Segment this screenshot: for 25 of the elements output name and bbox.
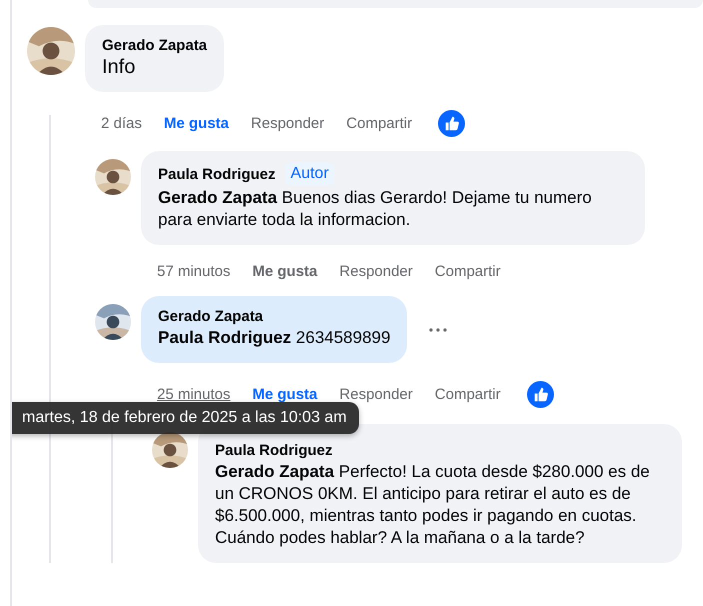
comment-text: Gerado Zapata Perfecto! La cuota desde $280.000 es de un CRONOS 0KM. El anticipo para retirar el auto es de $6.500.000, mientras tanto podes ir pagando en cuotas. Cuándo podes hablar? A la mañana o a la tarde? [215,461,651,549]
timestamp-link[interactable]: 57 minutos [157,263,230,280]
author-name[interactable]: Paula Rodriguez [215,442,333,459]
date-tooltip: martes, 18 de febrero de 2025 a las 10:03 am [12,402,359,434]
timestamp-link[interactable]: 25 minutos [157,386,230,403]
comment-text: Gerado Zapata Buenos dias Gerardo! Dejame tu numero para enviarte toda la informacion. [158,187,593,231]
share-link[interactable]: Compartir [434,386,501,403]
thumbs-up-icon[interactable] [438,110,466,137]
timestamp-link[interactable]: 2 días [101,115,142,132]
like-link[interactable]: Me gusta [252,263,318,280]
share-link[interactable]: Compartir [434,263,501,280]
reply-link[interactable]: Responder [250,115,324,132]
author-name[interactable]: Gerado Zapata [158,308,264,325]
thumbs-up-icon[interactable] [526,381,554,408]
comment-text: Paula Rodriguez 2634589899 [158,327,390,349]
like-link[interactable]: Me gusta [164,115,229,132]
like-link[interactable]: Me gusta [252,386,318,403]
more-options-icon[interactable] [429,328,448,332]
reply-link[interactable]: Responder [339,263,413,280]
comment-text: Info [102,56,136,78]
author-name[interactable]: Gerado Zapata [102,37,208,54]
share-link[interactable]: Compartir [346,115,412,132]
author-badge: Autor [286,163,334,185]
author-name[interactable]: Paula Rodriguez [158,166,276,182]
reply-link[interactable]: Responder [339,386,413,403]
